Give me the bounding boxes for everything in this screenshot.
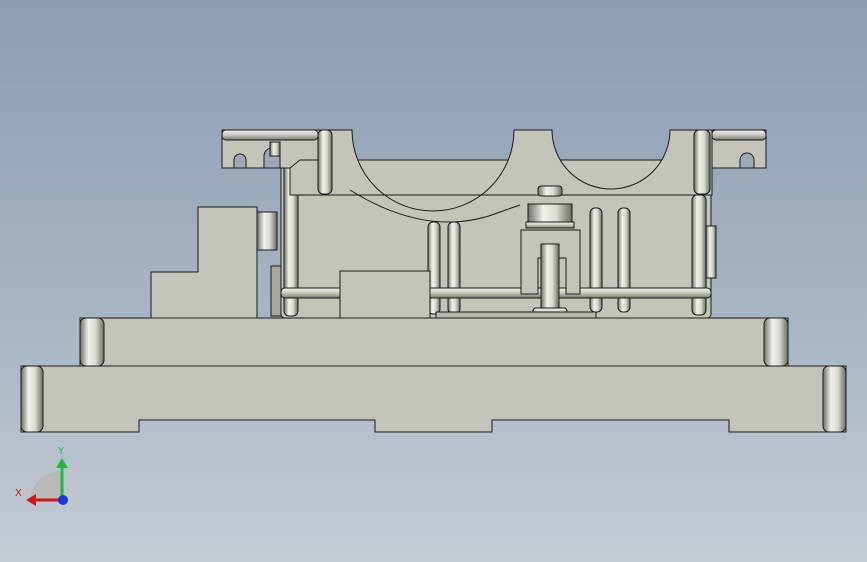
- clamp-block: [339, 270, 431, 319]
- fixture-model[interactable]: X Y: [0, 0, 867, 562]
- hex-nut-top: [537, 185, 563, 197]
- stud: [540, 243, 560, 317]
- left-block-stub: [270, 265, 282, 317]
- housing-corner-post-right: [693, 129, 711, 195]
- middle-plate-left-round: [79, 317, 105, 367]
- cad-viewport[interactable]: X Y: [0, 0, 867, 562]
- hex-nut: [527, 203, 573, 225]
- base-plate-left-round: [20, 365, 44, 433]
- top-flange-edge-left: [221, 129, 319, 141]
- flange-bolt-left: [269, 141, 281, 157]
- lower-rail: [435, 311, 597, 319]
- housing-side-boss: [705, 225, 717, 279]
- top-flange-edge-right: [711, 129, 767, 141]
- middle-plate-right-round: [763, 317, 789, 367]
- housing-corner-post: [317, 129, 333, 195]
- washer: [525, 221, 575, 229]
- left-block-boss: [256, 211, 278, 251]
- triad-y-arrow-icon: [56, 458, 68, 468]
- triad-z-origin-icon: [58, 495, 68, 505]
- axis-triad: X Y: [15, 446, 68, 506]
- middle-plate: [79, 317, 789, 367]
- housing-rib-3: [447, 221, 461, 315]
- flange-notch-right: [739, 152, 755, 169]
- fixture-assembly: [20, 129, 847, 433]
- flange-notch-left: [233, 153, 247, 169]
- left-support-block: [150, 206, 258, 319]
- triad-y-label: Y: [57, 446, 65, 457]
- base-plate-right-round: [822, 365, 847, 433]
- triad-x-label: X: [15, 488, 22, 499]
- base-plate: [20, 365, 847, 433]
